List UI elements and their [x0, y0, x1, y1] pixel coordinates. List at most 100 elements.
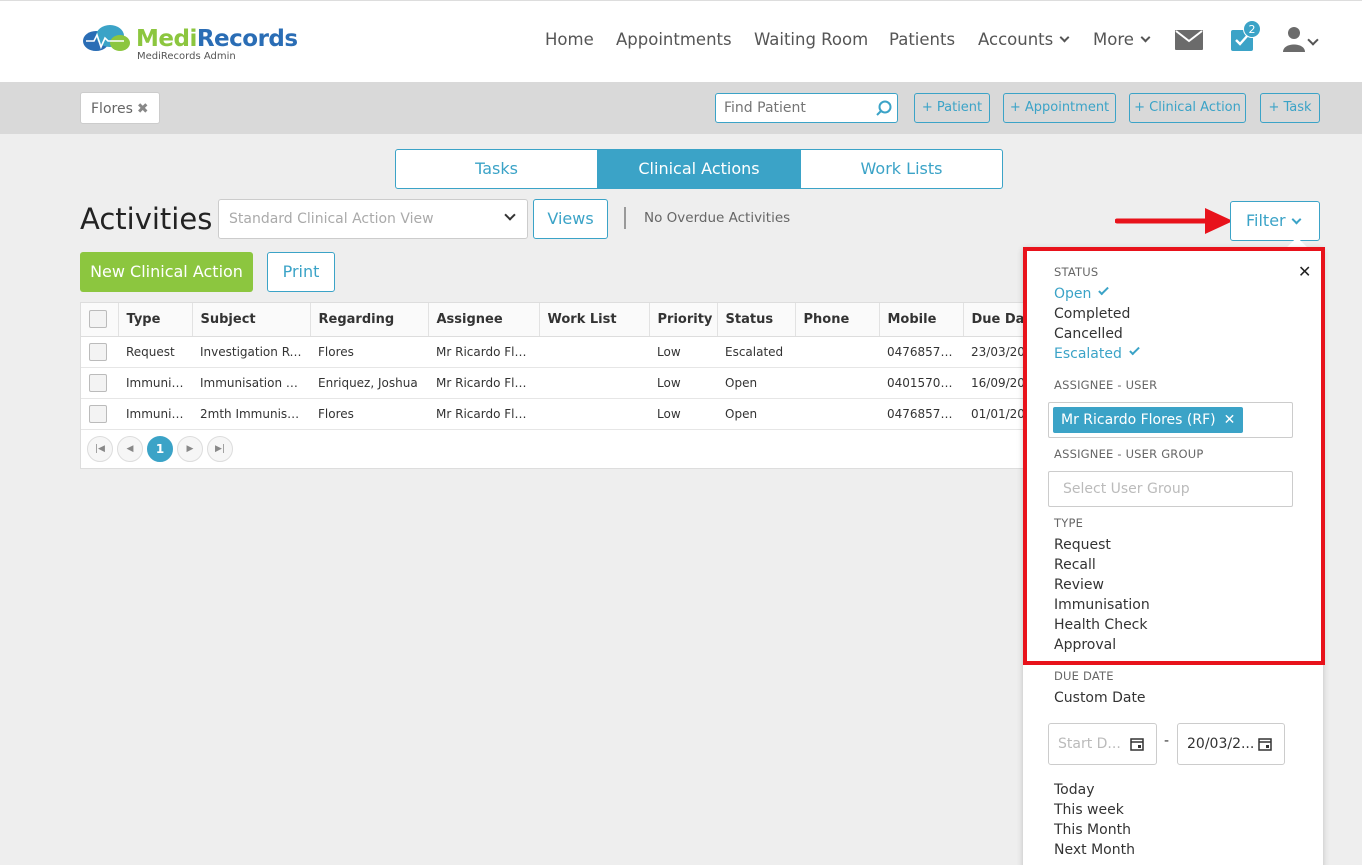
table-row[interactable]: Immunis... Immunisation R... Enriquez, J… [81, 367, 1023, 399]
remove-tag-icon[interactable]: ✕ [1224, 412, 1236, 428]
last-page-icon[interactable]: ▶| [207, 436, 233, 462]
table-row[interactable]: Immunis... 2mth Immunisat... Flores Mr R… [81, 398, 1023, 430]
row-select-cell [81, 398, 118, 430]
add-patient-button[interactable]: + Patient [914, 93, 990, 123]
type-option-request[interactable]: Request [1054, 537, 1111, 553]
type-cell: Request [118, 336, 192, 368]
range-today[interactable]: Today [1054, 782, 1095, 798]
type-option-recall[interactable]: Recall [1054, 557, 1096, 573]
filter-button[interactable]: Filter [1230, 201, 1320, 241]
column-header[interactable]: Assignee [428, 303, 540, 337]
type-cell: Immunis... [118, 367, 192, 399]
views-button[interactable]: Views [533, 199, 608, 239]
status-option-cancelled[interactable]: Cancelled [1054, 326, 1123, 342]
select-all-checkbox[interactable] [89, 310, 107, 329]
status-option-escalated[interactable]: Escalated [1054, 344, 1140, 362]
user-icon[interactable] [1282, 26, 1306, 52]
custom-date-option[interactable]: Custom Date [1054, 690, 1146, 706]
column-header[interactable]: Mobile [879, 303, 964, 337]
type-cell: Immunis... [118, 398, 192, 430]
select-all-column [81, 303, 119, 337]
calendar-icon[interactable] [1258, 737, 1272, 751]
prev-page-icon[interactable]: ◀ [117, 436, 143, 462]
table-row[interactable]: Request Investigation Re... Flores Mr Ri… [81, 336, 1023, 368]
page-button-current[interactable]: 1 [147, 436, 173, 462]
type-option-immunisation[interactable]: Immunisation [1054, 597, 1150, 613]
nav-waiting-room[interactable]: Waiting Room [754, 30, 868, 49]
close-icon[interactable]: ✕ [1298, 262, 1311, 281]
type-option-review[interactable]: Review [1054, 577, 1104, 593]
status-option-open[interactable]: Open [1054, 284, 1110, 302]
close-icon[interactable]: ✖ [137, 101, 149, 117]
range-next-month[interactable]: Next Month [1054, 842, 1135, 858]
next-page-icon[interactable]: ▶ [177, 436, 203, 462]
subject-cell: 2mth Immunisat... [192, 398, 310, 430]
row-checkbox[interactable] [89, 342, 107, 361]
priority-cell: Low [649, 367, 717, 399]
tab-clinical-actions[interactable]: Clinical Actions [597, 149, 801, 189]
assignee-user-tag[interactable]: Mr Ricardo Flores (RF) ✕ [1053, 407, 1244, 433]
range-this-month[interactable]: This Month [1054, 822, 1131, 838]
regarding-link[interactable]: Enriquez, Joshua [310, 367, 428, 399]
row-checkbox[interactable] [89, 373, 107, 392]
chevron-down-icon [1140, 32, 1151, 43]
column-header[interactable]: Regarding [310, 303, 429, 337]
assignee-user-tag-label: Mr Ricardo Flores (RF) [1061, 412, 1216, 428]
nav-appointments[interactable]: Appointments [616, 30, 732, 49]
table-header-row: Type Subject Regarding Assignee Work Lis… [81, 303, 1023, 337]
regarding-link[interactable]: Flores [310, 398, 428, 430]
status-cell: Escalated [717, 336, 795, 368]
phone-cell [795, 336, 879, 368]
patient-chip[interactable]: Flores ✖ [80, 92, 160, 124]
subject-cell: Immunisation R... [192, 367, 310, 399]
add-clinical-action-button[interactable]: + Clinical Action [1129, 93, 1246, 123]
range-this-week[interactable]: This week [1054, 802, 1124, 818]
nav-accounts[interactable]: Accounts [978, 30, 1070, 49]
user-group-select[interactable]: Select User Group [1048, 471, 1293, 507]
worklist-cell [539, 398, 649, 430]
nav-more[interactable]: More [1093, 30, 1151, 49]
phone-cell [795, 398, 879, 430]
priority-cell: Low [649, 336, 717, 368]
mobile-cell: 0401570013 [879, 367, 963, 399]
nav-accounts-label: Accounts [978, 30, 1054, 49]
column-header[interactable]: Status [717, 303, 796, 337]
phone-cell [795, 367, 879, 399]
nav-patients[interactable]: Patients [889, 30, 955, 49]
type-option-health-check[interactable]: Health Check [1054, 617, 1148, 633]
print-button[interactable]: Print [267, 252, 335, 292]
add-appointment-button[interactable]: + Appointment [1003, 93, 1116, 123]
new-clinical-action-button[interactable]: New Clinical Action [80, 252, 253, 292]
assignee-cell: Mr Ricardo Flor... [428, 398, 539, 430]
nav-home[interactable]: Home [545, 30, 594, 49]
column-header[interactable]: Due Date [963, 303, 1023, 337]
column-header[interactable]: Priority [649, 303, 718, 337]
type-option-approval[interactable]: Approval [1054, 637, 1116, 653]
tab-work-lists[interactable]: Work Lists [800, 149, 1003, 189]
tab-tasks[interactable]: Tasks [395, 149, 598, 189]
calendar-icon[interactable] [1130, 737, 1144, 751]
status-option-completed[interactable]: Completed [1054, 306, 1130, 322]
filter-button-label: Filter [1246, 211, 1286, 230]
find-patient-input[interactable] [715, 93, 898, 123]
search-icon[interactable] [876, 100, 892, 116]
view-select[interactable]: Standard Clinical Action View [218, 199, 528, 239]
priority-cell: Low [649, 398, 717, 430]
status-option-label: Open [1054, 286, 1092, 302]
column-header[interactable]: Subject [192, 303, 311, 337]
column-header[interactable]: Phone [795, 303, 880, 337]
chevron-down-icon [1059, 32, 1070, 43]
tasks-count-badge: 2 [1243, 20, 1261, 38]
mail-icon[interactable] [1175, 30, 1203, 50]
divider [624, 207, 626, 229]
column-header[interactable]: Work List [539, 303, 650, 337]
row-select-cell [81, 367, 118, 399]
row-select-cell [81, 336, 118, 368]
row-checkbox[interactable] [89, 404, 107, 423]
assignee-user-label: ASSIGNEE - USER [1054, 378, 1158, 392]
first-page-icon[interactable]: |◀ [87, 436, 113, 462]
add-task-button[interactable]: + Task [1260, 93, 1320, 123]
column-header[interactable]: Type [118, 303, 193, 337]
regarding-link[interactable]: Flores [310, 336, 428, 368]
red-arrow-annotation [1115, 208, 1233, 234]
